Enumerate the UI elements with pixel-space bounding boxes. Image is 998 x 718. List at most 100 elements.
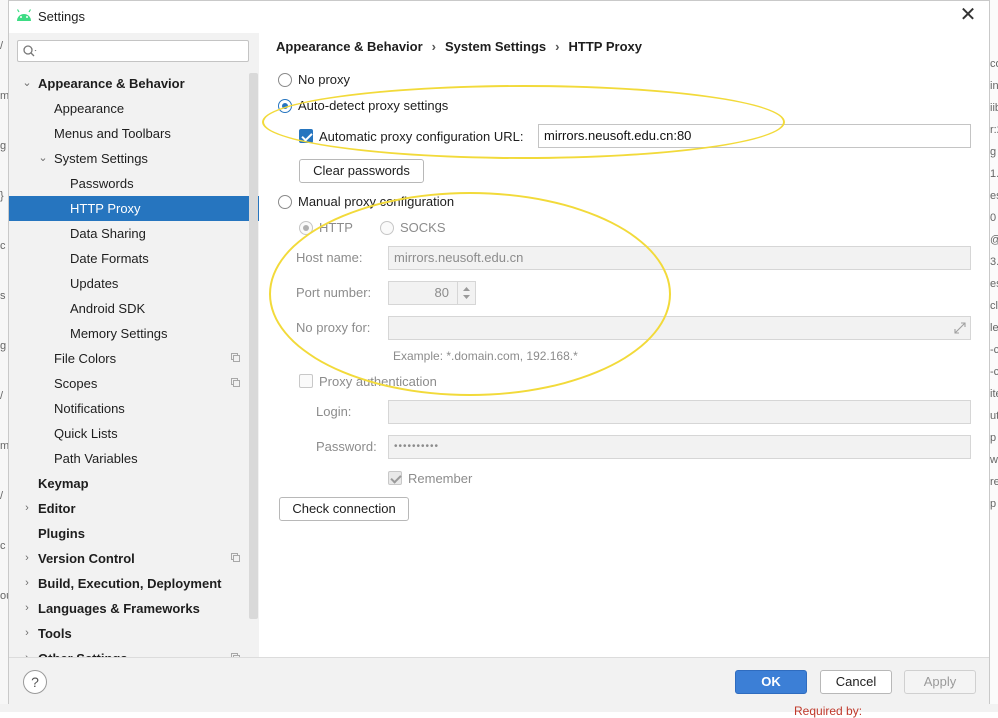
clear-passwords-button[interactable]: Clear passwords — [299, 159, 424, 183]
sidebar-item-quick-lists[interactable]: Quick Lists — [9, 421, 259, 446]
sidebar-item-build-execution-deployment[interactable]: › Build, Execution, Deployment — [9, 571, 259, 596]
chevron-down-icon[interactable]: ⌄ — [21, 71, 33, 96]
no-proxy-for-input[interactable] — [388, 316, 971, 340]
socks-radio[interactable] — [380, 221, 394, 235]
sidebar-item-file-colors[interactable]: File Colors — [9, 346, 259, 371]
sidebar-item-label: Build, Execution, Deployment — [38, 576, 222, 591]
sidebar-item-label: Data Sharing — [70, 226, 146, 241]
sidebar-scrollbar[interactable] — [249, 73, 258, 619]
settings-search-input[interactable] — [17, 40, 249, 62]
port-spinner[interactable] — [457, 281, 475, 305]
background-right-fragment: r:2 — [990, 124, 998, 136]
sidebar-item-android-sdk[interactable]: Android SDK — [9, 296, 259, 321]
breadcrumb: Appearance & Behavior › System Settings › HT… — [276, 39, 642, 54]
chevron-right-icon[interactable]: › — [21, 571, 33, 596]
sidebar-item-http-proxy[interactable]: HTTP Proxy — [9, 196, 259, 221]
sidebar-item-keymap[interactable]: Keymap — [9, 471, 259, 496]
sidebar-item-system-settings[interactable]: ⌄ System Settings — [9, 146, 259, 171]
sidebar-item-path-variables[interactable]: Path Variables — [9, 446, 259, 471]
background-right-fragment: ut — [990, 410, 998, 422]
background-right-fragment: p — [990, 432, 997, 444]
background-right-fragment: es — [990, 278, 998, 290]
sidebar-item-label: Version Control — [38, 551, 135, 566]
sidebar-item-plugins[interactable]: Plugins — [9, 521, 259, 546]
remember-checkbox[interactable] — [388, 471, 402, 485]
chevron-right-icon[interactable]: › — [21, 596, 33, 621]
auto-config-url-label[interactable]: Automatic proxy configuration URL: — [319, 129, 523, 144]
sidebar-item-label: Updates — [70, 276, 119, 291]
auto-detect-label[interactable]: Auto-detect proxy settings — [298, 98, 448, 113]
sidebar-item-label: Editor — [38, 501, 76, 516]
close-button[interactable]: ✕ — [958, 5, 978, 25]
host-name-input[interactable]: mirrors.neusoft.edu.cn — [388, 246, 971, 270]
sidebar-item-label: Quick Lists — [54, 426, 118, 441]
no-proxy-label[interactable]: No proxy — [298, 72, 350, 87]
background-left-fragment: g — [0, 140, 7, 152]
no-proxy-for-label: No proxy for: — [296, 320, 371, 335]
auto-config-url-input[interactable]: mirrors.neusoft.edu.cn:80 — [538, 124, 971, 148]
chevron-right-icon[interactable]: › — [21, 496, 33, 521]
sidebar-item-scopes[interactable]: Scopes — [9, 371, 259, 396]
background-right-fragment: cl — [990, 300, 998, 312]
sidebar-item-label: HTTP Proxy — [70, 201, 141, 216]
spinner-arrows-icon — [463, 287, 470, 299]
background-right-fragment: le — [990, 322, 998, 334]
apply-button[interactable]: Apply — [904, 670, 976, 694]
project-scope-icon — [231, 553, 240, 562]
chevron-right-icon[interactable]: › — [21, 546, 33, 571]
sidebar-item-data-sharing[interactable]: Data Sharing — [9, 221, 259, 246]
background-right-fragment: co — [990, 58, 998, 70]
sidebar-item-languages-frameworks[interactable]: › Languages & Frameworks — [9, 596, 259, 621]
manual-proxy-label[interactable]: Manual proxy configuration — [298, 194, 454, 209]
sidebar-item-tools[interactable]: › Tools — [9, 621, 259, 646]
sidebar-item-label: Date Formats — [70, 251, 149, 266]
sidebar-item-appearance-behavior[interactable]: ⌄ Appearance & Behavior — [9, 71, 259, 96]
proxy-authentication-checkbox[interactable] — [299, 374, 313, 388]
sidebar-item-notifications[interactable]: Notifications — [9, 396, 259, 421]
sidebar-item-memory-settings[interactable]: Memory Settings — [9, 321, 259, 346]
sidebar-item-version-control[interactable]: › Version Control — [9, 546, 259, 571]
background-left-fragment: s — [0, 290, 6, 302]
background-right-fragment: -c — [990, 366, 998, 378]
password-input[interactable]: •••••••••• — [388, 435, 971, 459]
http-radio[interactable] — [299, 221, 313, 235]
no-proxy-radio[interactable] — [278, 73, 292, 87]
login-input[interactable] — [388, 400, 971, 424]
auto-config-url-checkbox[interactable] — [299, 129, 313, 143]
socks-label[interactable]: SOCKS — [400, 220, 446, 235]
proxy-authentication-label[interactable]: Proxy authentication — [319, 374, 437, 389]
sidebar-item-appearance[interactable]: Appearance — [9, 96, 259, 121]
sidebar-item-updates[interactable]: Updates — [9, 271, 259, 296]
sidebar-item-passwords[interactable]: Passwords — [9, 171, 259, 196]
help-button[interactable]: ? — [23, 670, 47, 694]
background-right-fragment: g — [990, 146, 997, 158]
http-label[interactable]: HTTP — [319, 220, 353, 235]
title-bar: Settings ✕ — [9, 1, 989, 33]
breadcrumb-system-settings[interactable]: System Settings — [445, 39, 546, 54]
check-connection-button[interactable]: Check connection — [279, 497, 409, 521]
chevron-right-icon[interactable]: › — [21, 646, 33, 657]
sidebar-item-editor[interactable]: › Editor — [9, 496, 259, 521]
background-right-fragment: 0 — [990, 212, 997, 224]
cancel-button[interactable]: Cancel — [820, 670, 892, 694]
auto-detect-radio[interactable] — [278, 99, 292, 113]
sidebar-item-label: Plugins — [38, 526, 85, 541]
sidebar-item-menus-and-toolbars[interactable]: Menus and Toolbars — [9, 121, 259, 146]
background-right-fragment: 3. — [990, 256, 998, 268]
chevron-down-icon[interactable]: ⌄ — [37, 146, 49, 171]
ok-button[interactable]: OK — [735, 670, 807, 694]
sidebar-item-label: Appearance & Behavior — [38, 76, 185, 91]
remember-label[interactable]: Remember — [408, 471, 472, 486]
background-right-fragment: 1. — [990, 168, 998, 180]
project-scope-icon — [231, 353, 240, 362]
expand-icon[interactable] — [953, 321, 967, 335]
background-right-fragment: in — [990, 80, 998, 92]
window-title: Settings — [38, 9, 85, 24]
project-scope-icon — [231, 378, 240, 387]
chevron-right-icon[interactable]: › — [21, 621, 33, 646]
manual-proxy-radio[interactable] — [278, 195, 292, 209]
sidebar-item-date-formats[interactable]: Date Formats — [9, 246, 259, 271]
breadcrumb-appearance-behavior[interactable]: Appearance & Behavior — [276, 39, 423, 54]
background-left-fragment: c — [0, 540, 6, 552]
sidebar-item-other-settings[interactable]: › Other Settings — [9, 646, 259, 657]
